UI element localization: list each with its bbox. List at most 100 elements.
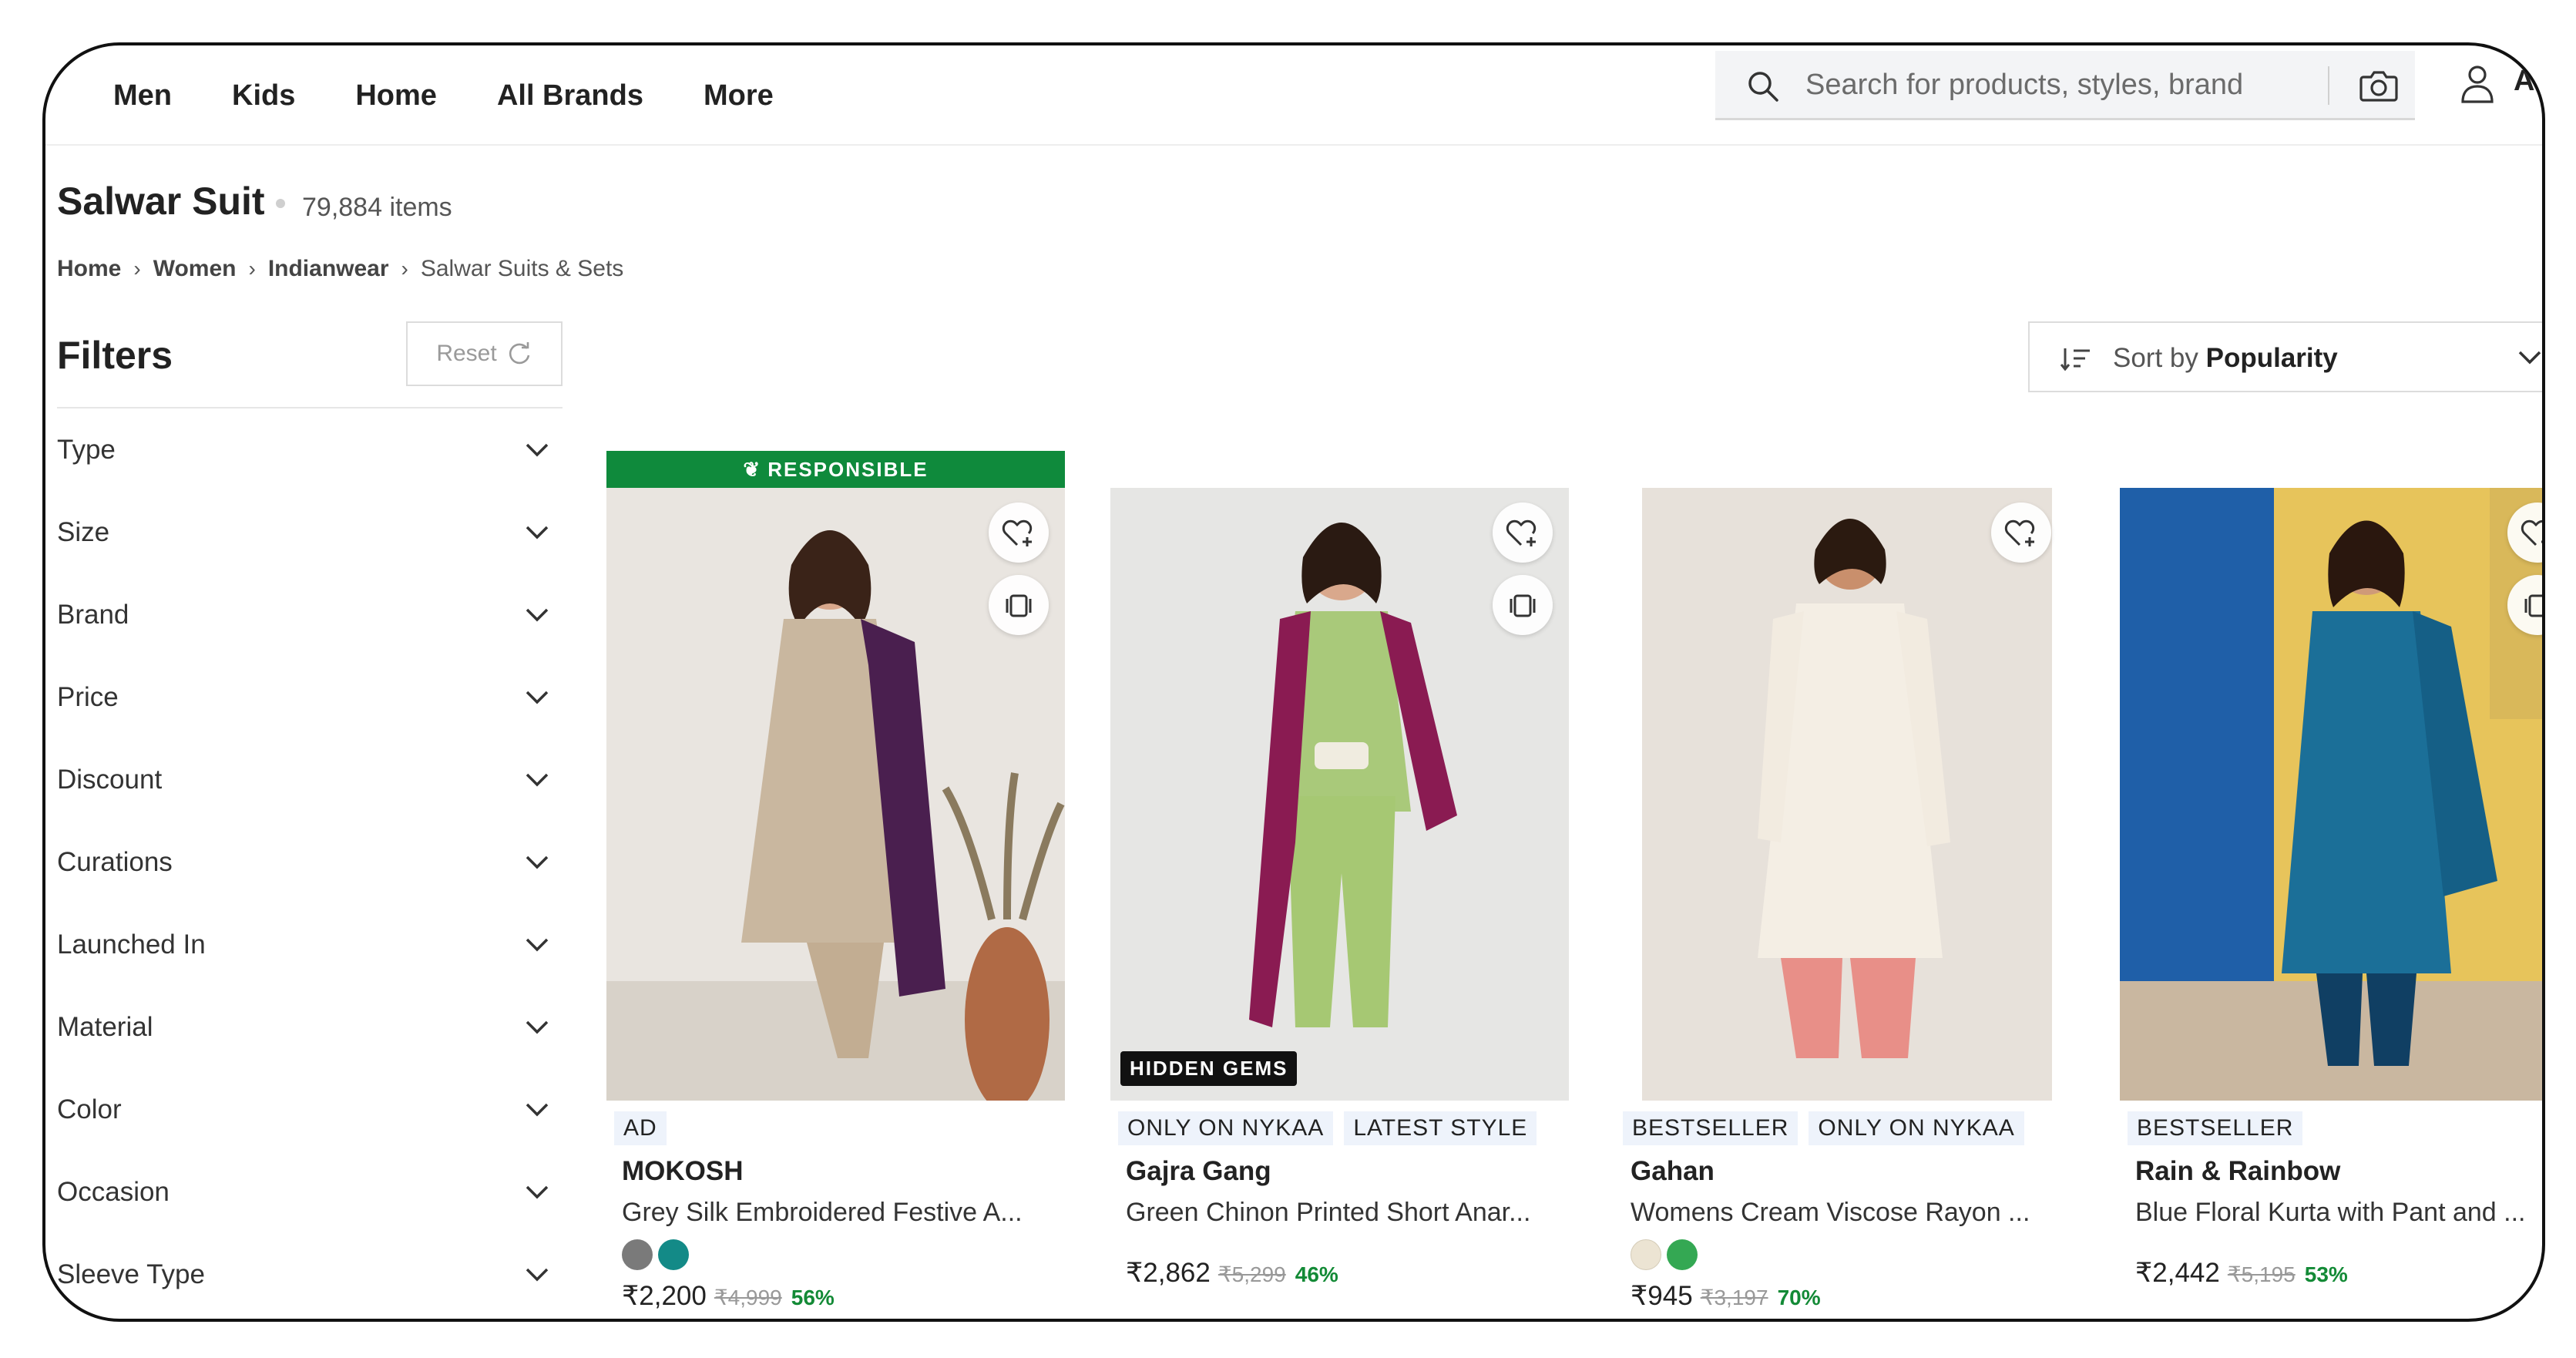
filter-label: Size [57,517,110,547]
filter-type[interactable]: Type [57,427,550,473]
chevron-right-icon: › [133,257,141,281]
filter-brand[interactable]: Brand [57,592,550,638]
color-swatch-teal[interactable] [658,1239,689,1270]
product-image[interactable] [606,488,1065,1101]
filter-color[interactable]: Color [57,1087,550,1133]
product-brand[interactable]: MOKOSH [622,1156,744,1187]
chevron-down-icon [526,526,549,540]
filter-launched-in[interactable]: Launched In [57,922,550,968]
tag-only-on-nykaa: ONLY ON NYKAA [1118,1111,1334,1145]
account-icon[interactable] [2460,63,2495,105]
filter-discount[interactable]: Discount [57,757,550,803]
heart-plus-icon [1002,519,1033,546]
chevron-down-icon [526,608,549,622]
similar-products-button[interactable] [989,575,1049,635]
wishlist-button[interactable] [1991,503,2051,563]
chevron-right-icon: › [401,257,408,281]
chevron-down-icon [526,1185,549,1199]
heart-plus-icon [1506,519,1537,546]
sale-price: ₹2,200 [622,1281,707,1311]
tag-bestseller: BESTSELLER [1623,1111,1798,1145]
filter-price[interactable]: Price [57,674,550,721]
product-photo-beige-suit [606,488,1065,1101]
filter-occasion[interactable]: Occasion [57,1169,550,1215]
browser-frame: Men Kids Home All Brands More A Salwar S… [42,42,2545,1322]
responsible-banner: ❦ RESPONSIBLE [606,451,1065,488]
sale-price: ₹2,862 [1126,1258,1211,1288]
product-photo-green-suit [1110,488,1569,1101]
search-bar [1715,51,2415,120]
nav-link-all-brands[interactable]: All Brands [497,79,643,113]
discount-percent: 56% [791,1286,835,1309]
breadcrumb: Home › Women › Indianwear › Salwar Suits… [57,256,623,282]
product-tags: BESTSELLER ONLY ON NYKAA [1623,1111,2035,1145]
breadcrumb-women[interactable]: Women [153,256,237,282]
product-name[interactable]: Grey Silk Embroidered Festive A... [622,1198,1065,1228]
nav-link-home[interactable]: Home [355,79,437,113]
filter-label: Type [57,435,116,465]
nav-link-more[interactable]: More [704,79,774,113]
chevron-down-icon [526,1268,549,1282]
breadcrumb-home[interactable]: Home [57,256,121,282]
filter-label: Price [57,682,119,712]
filters-divider [57,407,563,408]
color-swatch-grey[interactable] [622,1239,653,1270]
heart-plus-icon [2521,519,2542,546]
filter-sleeve-type[interactable]: Sleeve Type [57,1252,550,1298]
color-swatch-cream[interactable] [1631,1239,1661,1270]
product-price: ₹2,200 ₹4,999 56% [622,1281,835,1312]
sort-label: Sort by Popularity [2113,343,2338,374]
filter-curations[interactable]: Curations [57,839,550,886]
account-label[interactable]: A [2514,65,2534,98]
color-swatch-green[interactable] [1667,1239,1698,1270]
nav-link-kids[interactable]: Kids [232,79,295,113]
filters-title: Filters [57,334,173,377]
tag-only-on-nykaa: ONLY ON NYKAA [1809,1111,2024,1145]
refresh-icon [509,342,529,365]
original-price: ₹3,197 [1700,1286,1768,1309]
product-image[interactable] [1110,488,1569,1101]
wishlist-button[interactable] [1493,503,1553,563]
breadcrumb-indianwear[interactable]: Indianwear [268,256,389,282]
search-input[interactable] [1804,62,2282,108]
product-name[interactable]: Green Chinon Printed Short Anar... [1126,1198,1569,1228]
sort-dropdown[interactable]: Sort by Popularity [2028,321,2542,392]
filter-label: Color [57,1094,122,1124]
product-name[interactable]: Blue Floral Kurta with Pant and ... [2135,1198,2528,1228]
chevron-down-icon [526,1020,549,1034]
similar-products-button[interactable] [1493,575,1553,635]
product-image[interactable] [1642,488,2052,1101]
discount-percent: 46% [1295,1262,1338,1286]
product-photo-cream-suit [1642,488,2052,1101]
reset-filters-button[interactable]: Reset [406,321,563,386]
product-tags: ONLY ON NYKAA LATEST STYLE [1118,1111,1547,1145]
product-brand[interactable]: Rain & Rainbow [2135,1156,2340,1187]
stack-icon [2524,594,2542,617]
product-brand[interactable]: Gajra Gang [1126,1156,1271,1187]
filter-size[interactable]: Size [57,509,550,556]
discount-percent: 53% [2304,1262,2348,1286]
wishlist-button[interactable] [989,503,1049,563]
search-icon [1748,72,1778,102]
stack-icon [1510,594,1536,617]
filter-label: Discount [57,765,163,795]
chevron-down-icon [526,938,549,952]
chevron-down-icon [526,855,549,869]
responsible-label: RESPONSIBLE [767,457,929,481]
chevron-down-icon [526,443,549,457]
tag-ad: AD [614,1111,667,1145]
filter-label: Curations [57,847,173,877]
original-price: ₹5,299 [1217,1262,1286,1286]
product-image[interactable] [2120,488,2542,1101]
nav-link-men[interactable]: Men [113,79,172,113]
filter-material[interactable]: Material [57,1004,550,1050]
chevron-down-icon [526,773,549,787]
discount-percent: 70% [1777,1286,1821,1309]
title-separator-dot [276,199,285,208]
product-name[interactable]: Womens Cream Viscose Rayon ... [1631,1198,2074,1228]
camera-search-icon[interactable] [2359,68,2399,103]
product-brand[interactable]: Gahan [1631,1156,1715,1187]
item-count: 79,884 items [302,193,452,222]
leaf-icon: ❦ [743,457,762,481]
filter-label: Material [57,1012,153,1042]
